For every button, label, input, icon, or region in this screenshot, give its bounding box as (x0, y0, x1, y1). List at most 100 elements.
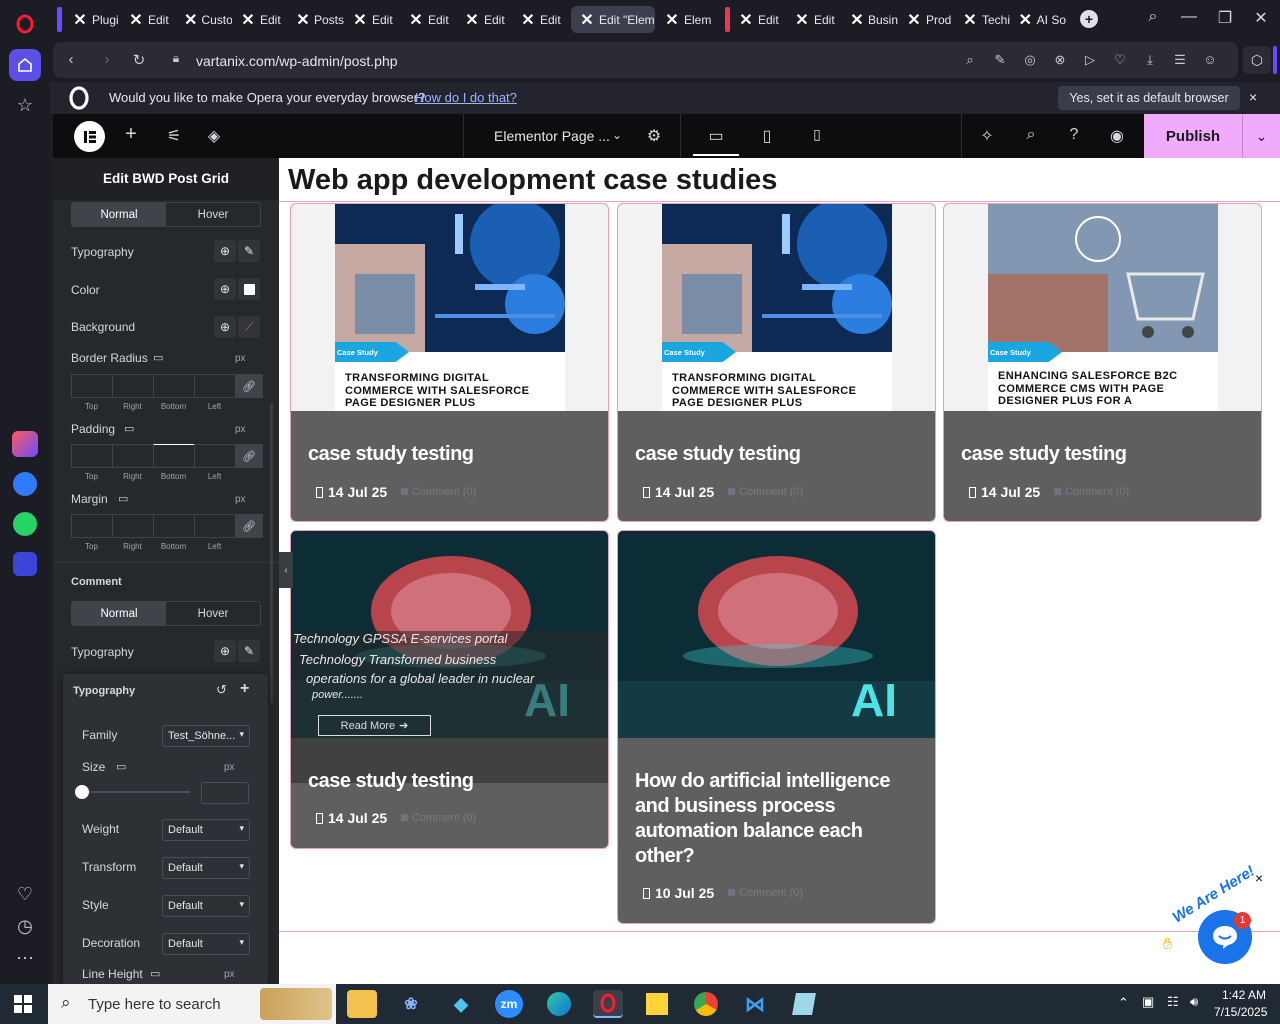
color-swatch[interactable] (238, 278, 260, 300)
post-title[interactable]: case study testing (308, 769, 474, 794)
post-comment-count[interactable]: Comment (0) (728, 887, 803, 899)
tab-search-icon[interactable]: ⌕ (1141, 8, 1165, 26)
dim-top-input[interactable] (71, 374, 112, 398)
dim-bottom-input[interactable] (153, 374, 194, 398)
post-card[interactable]: AI How do artificial intelligence and bu… (617, 530, 936, 924)
set-default-button[interactable]: Yes, set it as default browser (1058, 86, 1240, 110)
notifications-megaphone-icon[interactable]: ✧ (976, 126, 998, 146)
dim-top-input[interactable] (71, 444, 112, 468)
app-diamond-icon[interactable]: ◆ (446, 990, 476, 1018)
font-family-select[interactable]: Test_Söhne... ▾ (162, 725, 250, 747)
easy-setup-icon[interactable]: ☰ (1171, 52, 1189, 68)
post-comment-count[interactable]: Comment (0) (728, 486, 803, 498)
add-element-plus-icon[interactable]: + (120, 123, 142, 146)
minimize-icon[interactable]: — (1177, 8, 1201, 26)
panel-scrollbar[interactable] (270, 403, 273, 703)
post-card[interactable]: Case Study ENHANCING SALESFORCE B2C COMM… (943, 203, 1262, 522)
lock-icon[interactable]: 🔒︎ (166, 51, 186, 66)
link-values-icon[interactable]: 🔗︎ (235, 374, 263, 398)
elementor-logo-icon[interactable] (74, 121, 105, 152)
desktop-view-icon[interactable]: ▭ (705, 126, 727, 146)
post-comment-count[interactable]: Comment (0) (401, 486, 476, 498)
size-unit-select[interactable]: px (224, 762, 235, 773)
post-comment-count[interactable]: Comment (0) (1054, 486, 1129, 498)
tab[interactable]: ✕ Edit (232, 6, 288, 33)
page-settings-gear-icon[interactable]: ⚙ (643, 126, 665, 146)
tab[interactable]: ✕ Posts (288, 6, 344, 33)
chat-close-icon[interactable]: × (1255, 870, 1263, 886)
publish-button[interactable]: Publish (1144, 114, 1242, 158)
network-icon[interactable]: ▣ (1142, 994, 1154, 1010)
volume-icon[interactable]: 🔊︎ (1190, 994, 1198, 1010)
line-height-unit-select[interactable]: px (224, 969, 235, 980)
unit-select[interactable]: px (235, 353, 246, 364)
music-player-icon[interactable] (9, 548, 41, 580)
chrome-icon[interactable] (691, 990, 721, 1018)
new-tab-plus-icon[interactable]: + (1080, 10, 1098, 28)
tab[interactable]: ✕ Busin (842, 6, 898, 33)
tablet-view-icon[interactable]: ▯ (756, 126, 778, 146)
weight-select[interactable]: Default ▾ (162, 819, 250, 841)
messenger-icon[interactable] (9, 468, 41, 500)
structure-layers-icon[interactable]: ◈ (203, 126, 225, 146)
add-plus-icon[interactable]: + (240, 680, 249, 698)
post-comment-count[interactable]: Comment (0) (401, 812, 476, 824)
post-title[interactable]: case study testing (308, 442, 474, 467)
transform-select[interactable]: Default ▾ (162, 857, 250, 879)
profile-icon[interactable]: ☺ (1201, 52, 1219, 67)
tab[interactable]: ✕ Custo (176, 6, 232, 33)
show-hidden-icons-chevron-icon[interactable]: ⌃ (1118, 995, 1129, 1011)
reload-icon[interactable]: ↻ (129, 51, 149, 69)
post-title[interactable]: case study testing (635, 442, 801, 467)
tab[interactable]: ✕ Edit (400, 6, 456, 33)
opera-taskbar-icon[interactable] (593, 990, 623, 1018)
edit-pencil-icon[interactable]: ✎ (238, 640, 260, 662)
search-page-icon[interactable]: ⌕ (961, 52, 979, 68)
tab[interactable]: ✕ Edit (120, 6, 176, 33)
banner-help-link[interactable]: How do I do that? (415, 90, 517, 105)
back-arrow-icon[interactable]: ‹ (61, 51, 81, 68)
unit-select[interactable]: px (235, 424, 246, 435)
document-title[interactable]: Elementor Page ... (494, 128, 610, 144)
tab-hover[interactable]: Hover (166, 203, 260, 226)
global-globe-icon[interactable]: ⊕ (214, 316, 236, 338)
history-clock-icon[interactable]: ◷ (9, 910, 41, 942)
tab[interactable]: ✕ Elem (656, 6, 712, 33)
link-values-icon[interactable]: 🔗︎ (235, 444, 263, 468)
tab[interactable]: ✕ Techi (954, 6, 1010, 33)
reset-icon[interactable]: ↺ (216, 682, 227, 698)
decoration-select[interactable]: Default ▾ (162, 933, 250, 955)
site-settings-sliders-icon[interactable]: ⚟ (163, 126, 185, 146)
post-thumbnail[interactable]: Case Study ENHANCING SALESFORCE B2C COMM… (944, 204, 1261, 411)
system-clock[interactable]: 1:42 AM 7/15/2025 (1214, 987, 1267, 1021)
more-dots-icon[interactable]: ⋯ (9, 942, 41, 974)
global-globe-icon[interactable]: ⊕ (214, 640, 236, 662)
whatsapp-icon[interactable] (9, 508, 41, 540)
opera-logo-icon[interactable] (9, 8, 41, 40)
taskbar-search-input[interactable]: ⌕ Type here to search (48, 984, 336, 1024)
chevron-down-icon[interactable]: ⌄ (606, 128, 628, 142)
tab[interactable]: ✕ Edit (730, 6, 786, 33)
edge-icon[interactable] (544, 990, 574, 1018)
responsive-desktop-icon[interactable]: ▭ (118, 492, 128, 505)
vscode-icon[interactable]: ⋈ (740, 990, 770, 1018)
post-card[interactable]: AI Technology GPSSA E-services portal Te… (290, 530, 609, 849)
collapse-panel-chevron-icon[interactable]: ‹ (279, 552, 293, 588)
download-icon[interactable]: ⤓ (1141, 52, 1159, 68)
dim-left-input[interactable] (194, 374, 235, 398)
post-thumbnail[interactable]: Case Study TRANSFORMING DIGITAL COMMERCE… (618, 204, 935, 411)
responsive-desktop-icon[interactable]: ▭ (124, 422, 134, 435)
tab[interactable]: ✕ Prod (898, 6, 954, 33)
tab-normal[interactable]: Normal (72, 602, 166, 625)
camera-icon[interactable]: ◎ (1021, 52, 1039, 68)
heart-outline-icon[interactable]: ♡ (1111, 52, 1129, 68)
tab[interactable]: ✕ Edit (512, 6, 568, 33)
publish-options-chevron-icon[interactable]: ⌄ (1242, 114, 1280, 158)
wifi-icon[interactable]: ☷ (1167, 994, 1179, 1010)
forward-arrow-icon[interactable]: › (97, 51, 117, 68)
file-explorer-icon[interactable] (347, 990, 377, 1018)
dim-top-input[interactable] (71, 514, 112, 538)
aria-ai-icon[interactable] (9, 428, 41, 460)
background-swatch-empty[interactable]: ⟋ (238, 316, 260, 338)
unit-select[interactable]: px (235, 494, 246, 505)
